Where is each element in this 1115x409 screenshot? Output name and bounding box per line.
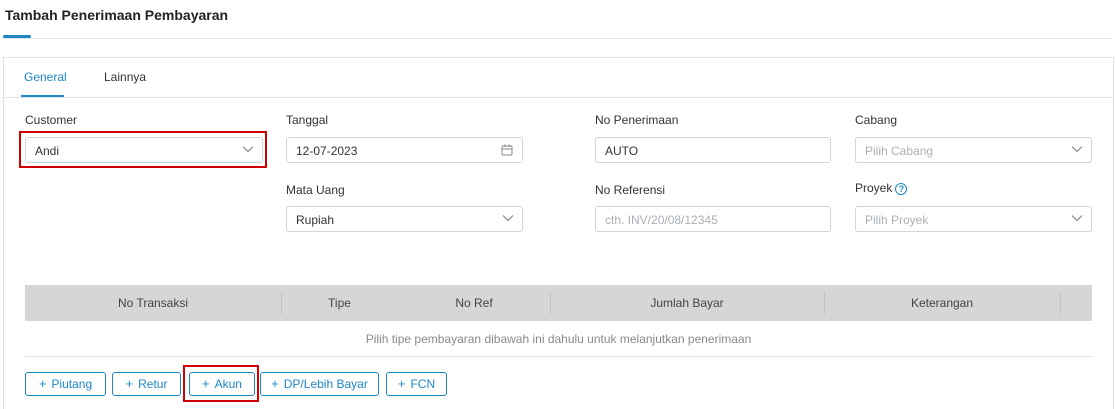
akun-highlight-box	[183, 365, 259, 402]
add-retur-button[interactable]: + Retur	[112, 372, 181, 396]
plus-icon: +	[271, 376, 279, 391]
tanggal-date-input[interactable]: 12-07-2023	[286, 137, 523, 163]
proyek-label: Proyek	[855, 181, 893, 195]
column-header-no-ref: No Ref	[455, 296, 493, 310]
calendar-icon[interactable]	[501, 144, 513, 156]
mata-uang-label: Mata Uang	[286, 183, 345, 197]
piutang-button-label: Piutang	[51, 377, 93, 391]
retur-button-label: Retur	[138, 377, 168, 391]
chevron-down-icon	[502, 215, 514, 222]
proyek-label-row: Proyek?	[855, 181, 908, 195]
tab-lainnya[interactable]: Lainnya	[104, 70, 146, 84]
cabang-label: Cabang	[855, 113, 898, 127]
help-icon[interactable]: ?	[895, 182, 908, 195]
no-penerimaan-value: AUTO	[605, 144, 639, 158]
column-header-tipe: Tipe	[328, 296, 351, 310]
form-card: General Lainnya Customer Andi Tanggal 12…	[3, 57, 1114, 409]
tab-general[interactable]: General	[24, 70, 67, 84]
plus-icon: +	[38, 376, 47, 391]
fcn-button-label: FCN	[410, 377, 436, 391]
page-title: Tambah Penerimaan Pembayaran	[5, 7, 229, 23]
no-penerimaan-input[interactable]: AUTO	[595, 137, 831, 163]
title-divider	[3, 38, 1112, 39]
tab-bar: General Lainnya	[4, 58, 1113, 98]
chevron-down-icon	[1071, 146, 1083, 153]
active-tab-indicator	[21, 95, 64, 97]
mata-uang-select[interactable]: Rupiah	[286, 206, 523, 232]
column-header-keterangan: Keterangan	[910, 296, 974, 310]
add-dp-lebih-bayar-button[interactable]: + DP/Lebih Bayar	[260, 372, 379, 396]
customer-highlight-box	[19, 131, 267, 168]
no-penerimaan-label: No Penerimaan	[595, 113, 679, 127]
mata-uang-value: Rupiah	[296, 213, 335, 227]
plus-icon: +	[125, 376, 134, 391]
cabang-select[interactable]: Pilih Cabang	[855, 137, 1092, 163]
cabang-placeholder: Pilih Cabang	[865, 144, 934, 158]
column-header-no-transaksi: No Transaksi	[117, 296, 189, 310]
proyek-select[interactable]: Pilih Proyek	[855, 206, 1092, 232]
column-header-jumlah-bayar: Jumlah Bayar	[650, 296, 724, 310]
add-fcn-button[interactable]: + FCN	[386, 372, 447, 396]
proyek-placeholder: Pilih Proyek	[865, 213, 929, 227]
column-divider	[1060, 292, 1061, 314]
no-referensi-input[interactable]: cth. INV/20/08/12345	[595, 206, 831, 232]
no-referensi-label: No Referensi	[595, 183, 666, 197]
tanggal-label: Tanggal	[286, 113, 329, 127]
payment-table-header: No Transaksi Tipe No Ref Jumlah Bayar Ke…	[25, 285, 1092, 321]
dp-button-label: DP/Lebih Bayar	[283, 377, 368, 391]
no-referensi-placeholder: cth. INV/20/08/12345	[605, 213, 718, 227]
chevron-down-icon	[1071, 215, 1083, 222]
customer-label: Customer	[25, 113, 78, 127]
add-piutang-button[interactable]: + Piutang	[25, 372, 106, 396]
tanggal-value: 12-07-2023	[296, 144, 358, 158]
table-empty-message: Pilih tipe pembayaran dibawah ini dahulu…	[25, 321, 1092, 357]
plus-icon: +	[397, 376, 406, 391]
